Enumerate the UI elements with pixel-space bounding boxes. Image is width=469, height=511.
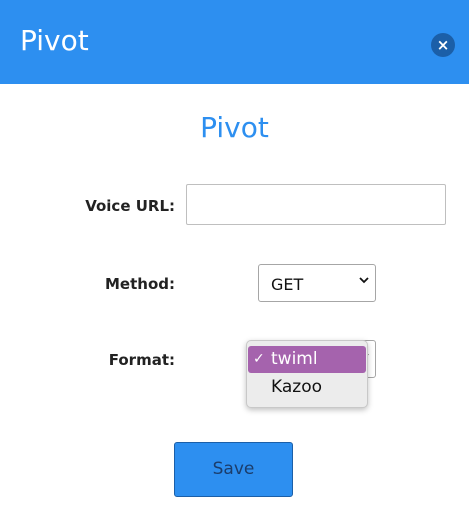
title-bar: Pivot × bbox=[0, 0, 469, 84]
voice-url-input[interactable] bbox=[186, 184, 446, 225]
format-label: Format: bbox=[108, 351, 175, 369]
page-heading: Pivot bbox=[200, 111, 269, 144]
option-label: Kazoo bbox=[271, 377, 322, 397]
chevron-down-icon bbox=[359, 277, 369, 284]
voice-url-label: Voice URL: bbox=[85, 197, 175, 215]
option-label: twiml bbox=[271, 349, 318, 369]
format-option-twiml[interactable]: ✓ twiml bbox=[248, 346, 366, 373]
method-label: Method: bbox=[105, 275, 175, 293]
format-option-kazoo[interactable]: Kazoo bbox=[248, 374, 366, 401]
format-dropdown-menu: ✓ twiml Kazoo bbox=[246, 340, 368, 408]
close-icon[interactable]: × bbox=[431, 33, 455, 57]
window-title: Pivot bbox=[20, 24, 89, 57]
method-selected-value: GET bbox=[271, 275, 304, 294]
method-select[interactable]: GET bbox=[258, 264, 376, 302]
save-button[interactable]: Save bbox=[174, 442, 293, 497]
check-icon: ✓ bbox=[253, 351, 265, 367]
